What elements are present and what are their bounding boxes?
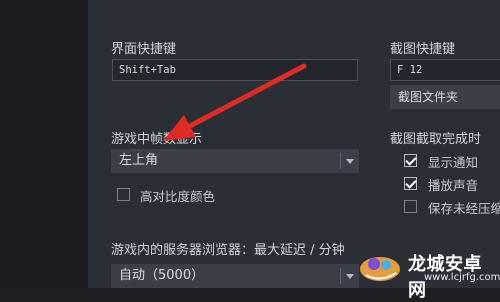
- chevron-down-icon: [346, 274, 354, 279]
- chevron-down-icon: [346, 159, 354, 164]
- check-icon: [405, 177, 417, 189]
- save-uncompressed-label: 保存未经压缩: [428, 201, 500, 216]
- check-icon: [405, 154, 417, 166]
- server-browser-select[interactable]: 自动（5000）: [111, 264, 359, 288]
- overlay-shortcut-input[interactable]: Shift+Tab: [112, 59, 358, 81]
- high-contrast-label: 高对比度颜色: [140, 189, 216, 204]
- high-contrast-checkbox[interactable]: [117, 188, 130, 201]
- fps-display-label: 游戏中帧数显示: [111, 132, 203, 147]
- save-uncompressed-checkbox[interactable]: [404, 200, 417, 213]
- select-divider: [340, 268, 341, 284]
- fps-display-select[interactable]: 左上角: [111, 149, 359, 173]
- on-screenshot-label: 截图截取完成时: [390, 132, 482, 147]
- left-sidebar: [0, 0, 88, 288]
- overlay-shortcut-label: 界面快捷键: [111, 42, 177, 57]
- fps-display-value: 左上角: [119, 153, 159, 168]
- settings-panel: 界面快捷键 Shift+Tab 截图快捷键 F 12 截图文件夹 游戏中帧数显示…: [88, 0, 500, 288]
- screenshot-shortcut-input[interactable]: F 12: [390, 59, 500, 81]
- screenshot-folder-button[interactable]: 截图文件夹: [390, 85, 500, 109]
- watermark-logo-icon: [360, 257, 400, 281]
- server-browser-value: 自动（5000）: [119, 268, 205, 283]
- show-notification-label: 显示通知: [428, 155, 479, 170]
- play-sound-label: 播放声音: [428, 178, 479, 193]
- watermark-url: www.lcjrfg.com: [424, 272, 500, 283]
- server-browser-label: 游戏内的服务器浏览器：最大延迟 / 分钟: [111, 243, 345, 258]
- select-divider: [340, 153, 341, 169]
- screenshot-shortcut-label: 截图快捷键: [390, 42, 456, 57]
- play-sound-checkbox[interactable]: [404, 177, 417, 190]
- show-notification-checkbox[interactable]: [404, 154, 417, 167]
